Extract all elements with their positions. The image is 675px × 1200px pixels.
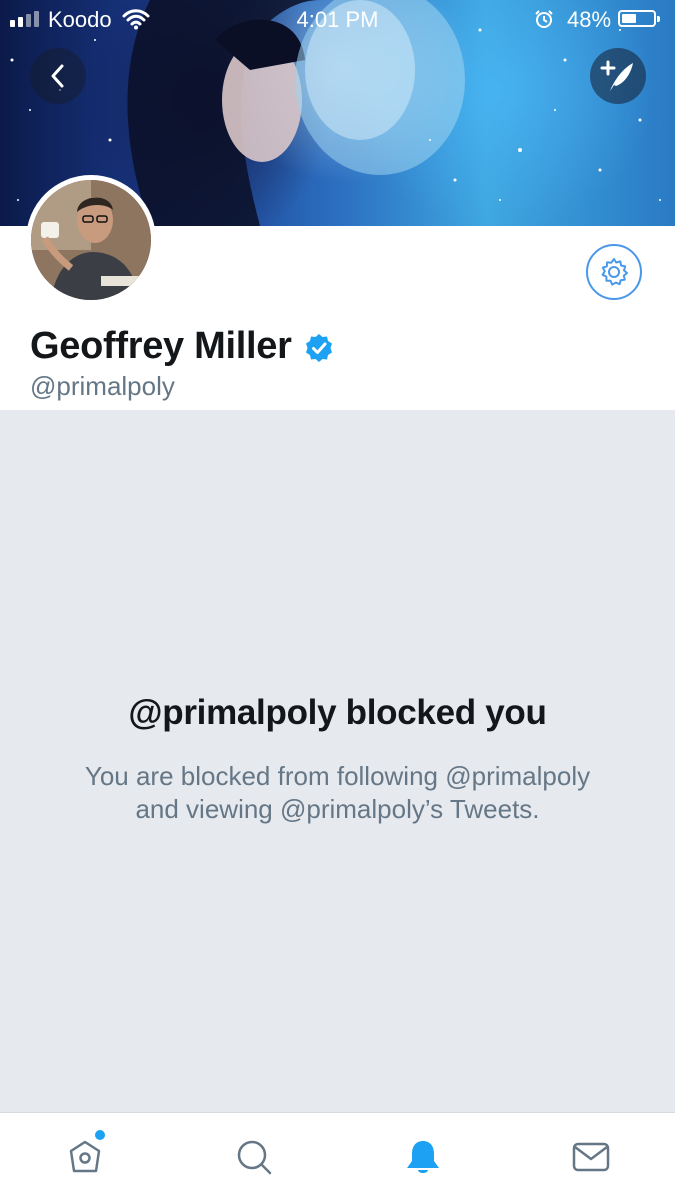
tab-bar <box>0 1112 675 1200</box>
back-button[interactable] <box>30 48 86 104</box>
tab-messages[interactable] <box>569 1135 613 1179</box>
verified-badge-icon <box>305 333 332 362</box>
blocked-description: You are blocked from following @primalpo… <box>40 760 635 826</box>
profile-name: Geoffrey Miller <box>30 325 292 367</box>
envelope-icon <box>572 1142 610 1172</box>
bell-icon <box>407 1141 439 1173</box>
battery-percent: 48% <box>567 7 612 32</box>
blocked-description-line-2: and viewing @primalpoly’s Tweets. <box>135 794 540 824</box>
compose-tweet-icon <box>600 60 633 91</box>
search-icon <box>237 1140 272 1175</box>
status-bar: Koodo 4:01 PM 48% <box>0 0 675 38</box>
home-icon <box>69 1140 101 1173</box>
tab-home[interactable] <box>63 1135 107 1179</box>
profile-name-row: Geoffrey Miller <box>30 325 334 368</box>
battery-icon <box>618 10 660 27</box>
tab-search[interactable] <box>232 1135 276 1179</box>
tab-notifications[interactable] <box>401 1135 445 1179</box>
blocked-title: @primalpoly blocked you <box>128 693 547 732</box>
blocked-description-line-1: You are blocked from following @primalpo… <box>84 761 591 791</box>
avatar-photo <box>31 180 151 300</box>
home-notification-dot <box>95 1130 105 1140</box>
avatar[interactable] <box>26 175 156 305</box>
alarm-icon <box>535 10 553 28</box>
compose-tweet-button[interactable] <box>590 48 646 104</box>
blocked-notice: @primalpoly blocked you You are blocked … <box>0 410 675 1112</box>
chevron-left-icon <box>51 64 64 88</box>
profile-handle: @primalpoly <box>30 371 175 401</box>
settings-button[interactable] <box>586 244 642 300</box>
gear-icon <box>601 258 628 286</box>
